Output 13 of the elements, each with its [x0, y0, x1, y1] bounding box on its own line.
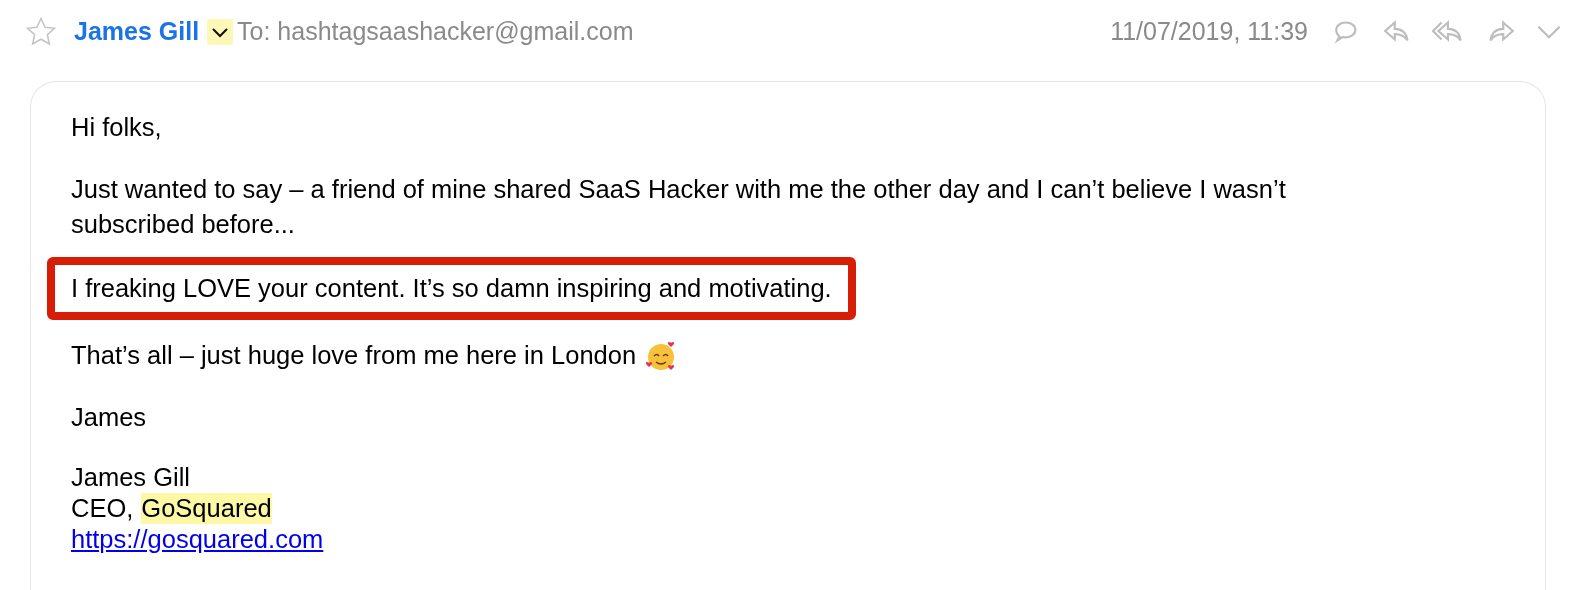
paragraph: Just wanted to say – a friend of mine shared SaaS Hacker with me the other day and I can’t believe I wasn’t subscribed before...	[71, 174, 1287, 240]
sender-name[interactable]: James Gill	[74, 13, 200, 51]
paragraph: Hi folks,	[71, 112, 163, 143]
highlighted-paragraph: I freaking LOVE your content. It’s so damn inspiring and motivating.	[47, 257, 856, 320]
paragraph: James	[71, 402, 148, 433]
paragraph: That’s all – just huge love from me here in London	[71, 340, 637, 371]
date-text: 11/07/2019, 11:39	[1110, 16, 1308, 48]
company-name: GoSquared	[141, 493, 272, 524]
signature-title: CEO,	[71, 493, 134, 524]
signature-name: James Gill	[71, 462, 192, 493]
recipient-text: To: hashtagsaashacker@gmail.com	[237, 16, 634, 48]
website-link[interactable]: https://gosquared.com	[71, 525, 324, 553]
sender-menu-button[interactable]	[207, 19, 234, 45]
